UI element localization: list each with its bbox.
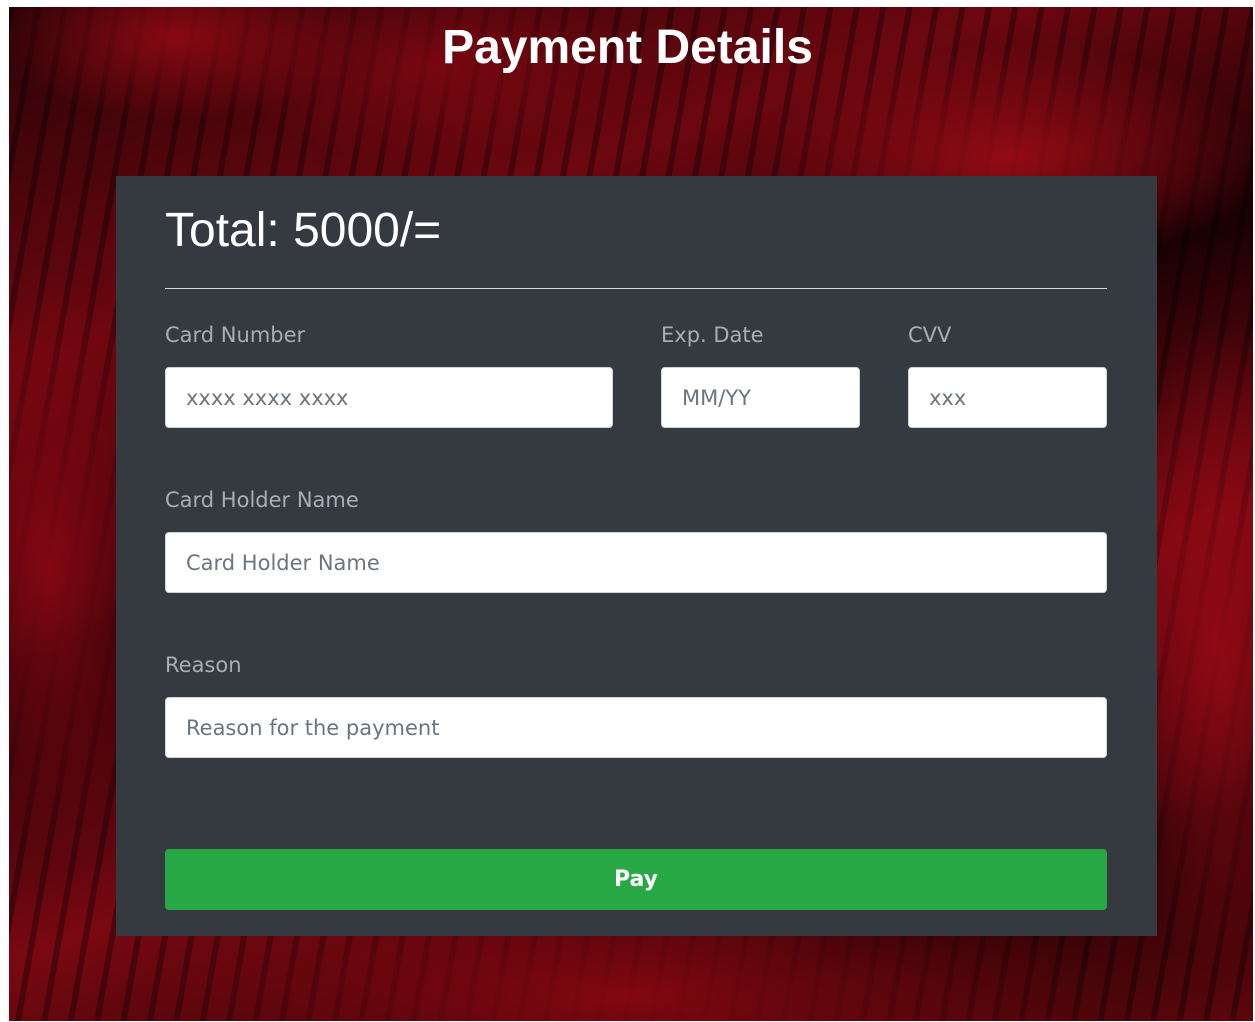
card-number-input[interactable] xyxy=(165,367,613,428)
payment-form: Total: 5000/= Card Number Exp. Date CVV … xyxy=(116,176,1157,936)
cvv-label: CVV xyxy=(908,323,952,347)
reason-input[interactable] xyxy=(165,697,1107,758)
card-holder-input[interactable] xyxy=(165,532,1107,593)
card-number-label: Card Number xyxy=(165,323,306,347)
total-amount: Total: 5000/= xyxy=(165,204,442,257)
reason-label: Reason xyxy=(165,653,242,677)
exp-date-label: Exp. Date xyxy=(661,323,764,347)
card-holder-label: Card Holder Name xyxy=(165,488,359,512)
cvv-input[interactable] xyxy=(908,367,1107,428)
exp-date-input[interactable] xyxy=(661,367,860,428)
pay-button[interactable]: Pay xyxy=(165,849,1107,910)
divider xyxy=(165,288,1107,289)
page-title: Payment Details xyxy=(442,21,813,74)
